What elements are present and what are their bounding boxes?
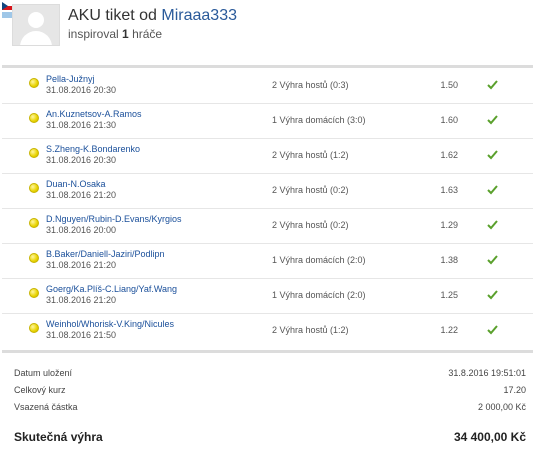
ticket-title: AKU tiket od Miraaa333 bbox=[68, 7, 237, 25]
bet-row: An.Kuznetsov-A.Ramos 31.08.2016 21:30 1 … bbox=[2, 103, 533, 139]
match-date: 31.08.2016 20:30 bbox=[46, 155, 117, 165]
bet-row: Weinhol/Whorisk-V.King/Nicules 31.08.201… bbox=[2, 313, 533, 348]
avatar[interactable] bbox=[12, 4, 60, 46]
bet-row: D.Nguyen/Rubin-D.Evans/Kyrgios 31.08.201… bbox=[2, 208, 533, 244]
bet-odd: 1.62 bbox=[440, 150, 458, 160]
stake-value: 2 000,00 Kč bbox=[477, 402, 526, 412]
check-icon bbox=[487, 290, 498, 300]
check-icon bbox=[487, 185, 498, 195]
match-date: 31.08.2016 21:20 bbox=[46, 190, 117, 200]
bet-odd: 1.25 bbox=[440, 290, 458, 300]
sport-ball-icon bbox=[29, 288, 39, 298]
bet-odd: 1.60 bbox=[440, 115, 458, 125]
ticket-header: AKU tiket od Miraaa333 inspiroval 1 hráč… bbox=[0, 0, 533, 60]
match-date: 31.08.2016 21:20 bbox=[46, 295, 117, 305]
small-flag-icon bbox=[2, 12, 12, 18]
bet-odd: 1.50 bbox=[440, 80, 458, 90]
username-link[interactable]: Miraaa333 bbox=[161, 7, 237, 24]
match-name[interactable]: An.Kuznetsov-A.Ramos bbox=[46, 109, 142, 119]
match-date: 31.08.2016 20:00 bbox=[46, 225, 117, 235]
inspired-count: 1 bbox=[122, 27, 129, 41]
match-name[interactable]: S.Zheng-K.Bondarenko bbox=[46, 144, 140, 154]
check-icon bbox=[487, 80, 498, 90]
sport-ball-icon bbox=[29, 148, 39, 158]
bet-pick: 2 Výhra hostů (1:2) bbox=[272, 325, 349, 335]
bets-list: Pella-Južnyj 31.08.2016 20:30 2 Výhra ho… bbox=[2, 65, 533, 353]
match-name[interactable]: Duan-N.Osaka bbox=[46, 179, 106, 189]
stake-label: Vsazená částka bbox=[14, 402, 78, 412]
sport-ball-icon bbox=[29, 218, 39, 228]
sport-ball-icon bbox=[29, 323, 39, 333]
saved-date-label: Datum uložení bbox=[14, 368, 73, 378]
bet-odd: 1.22 bbox=[440, 325, 458, 335]
check-icon bbox=[487, 115, 498, 125]
bet-odd: 1.29 bbox=[440, 220, 458, 230]
bet-pick: 2 Výhra hostů (0:3) bbox=[272, 80, 349, 90]
bet-pick: 1 Výhra domácích (2:0) bbox=[272, 255, 366, 265]
check-icon bbox=[487, 150, 498, 160]
bet-pick: 2 Výhra hostů (0:2) bbox=[272, 185, 349, 195]
match-name[interactable]: Pella-Južnyj bbox=[46, 74, 95, 84]
check-icon bbox=[487, 325, 498, 335]
match-date: 31.08.2016 21:30 bbox=[46, 120, 117, 130]
bet-row: S.Zheng-K.Bondarenko 31.08.2016 20:30 2 … bbox=[2, 138, 533, 174]
actual-win-value: 34 400,00 Kč bbox=[453, 430, 526, 444]
check-icon bbox=[487, 220, 498, 230]
sport-ball-icon bbox=[29, 253, 39, 263]
check-icon bbox=[487, 255, 498, 265]
bet-pick: 2 Výhra hostů (1:2) bbox=[272, 150, 349, 160]
match-name[interactable]: Weinhol/Whorisk-V.King/Nicules bbox=[46, 319, 174, 329]
bet-row: Pella-Južnyj 31.08.2016 20:30 2 Výhra ho… bbox=[2, 68, 533, 104]
title-prefix: AKU tiket od bbox=[68, 7, 157, 24]
saved-date-value: 31.8.2016 19:51:01 bbox=[448, 368, 526, 378]
sport-ball-icon bbox=[29, 113, 39, 123]
match-name[interactable]: D.Nguyen/Rubin-D.Evans/Kyrgios bbox=[46, 214, 182, 224]
total-odds-label: Celkový kurz bbox=[14, 385, 66, 395]
match-date: 31.08.2016 21:20 bbox=[46, 260, 117, 270]
match-date: 31.08.2016 20:30 bbox=[46, 85, 117, 95]
bet-odd: 1.63 bbox=[440, 185, 458, 195]
total-odds-value: 17.20 bbox=[503, 385, 526, 395]
bet-odd: 1.38 bbox=[440, 255, 458, 265]
inspired-suffix: hráče bbox=[132, 27, 163, 41]
sport-ball-icon bbox=[29, 78, 39, 88]
bet-pick: 1 Výhra domácích (2:0) bbox=[272, 290, 366, 300]
inspired-prefix: inspiroval bbox=[68, 27, 119, 41]
inspired-text: inspiroval 1 hráče bbox=[68, 27, 162, 41]
bet-pick: 1 Výhra domácích (3:0) bbox=[272, 115, 366, 125]
actual-win-label: Skutečná výhra bbox=[14, 430, 103, 444]
bet-pick: 2 Výhra hostů (0:2) bbox=[272, 220, 349, 230]
match-name[interactable]: Goerg/Ka.Plíš-C.Liang/Yaf.Wang bbox=[46, 284, 177, 294]
sport-ball-icon bbox=[29, 183, 39, 193]
match-name[interactable]: B.Baker/Daniell-Jaziri/Podlipn bbox=[46, 249, 165, 259]
match-date: 31.08.2016 21:50 bbox=[46, 330, 117, 340]
bet-row: Goerg/Ka.Plíš-C.Liang/Yaf.Wang 31.08.201… bbox=[2, 278, 533, 314]
bet-row: Duan-N.Osaka 31.08.2016 21:20 2 Výhra ho… bbox=[2, 173, 533, 209]
bet-row: B.Baker/Daniell-Jaziri/Podlipn 31.08.201… bbox=[2, 243, 533, 279]
